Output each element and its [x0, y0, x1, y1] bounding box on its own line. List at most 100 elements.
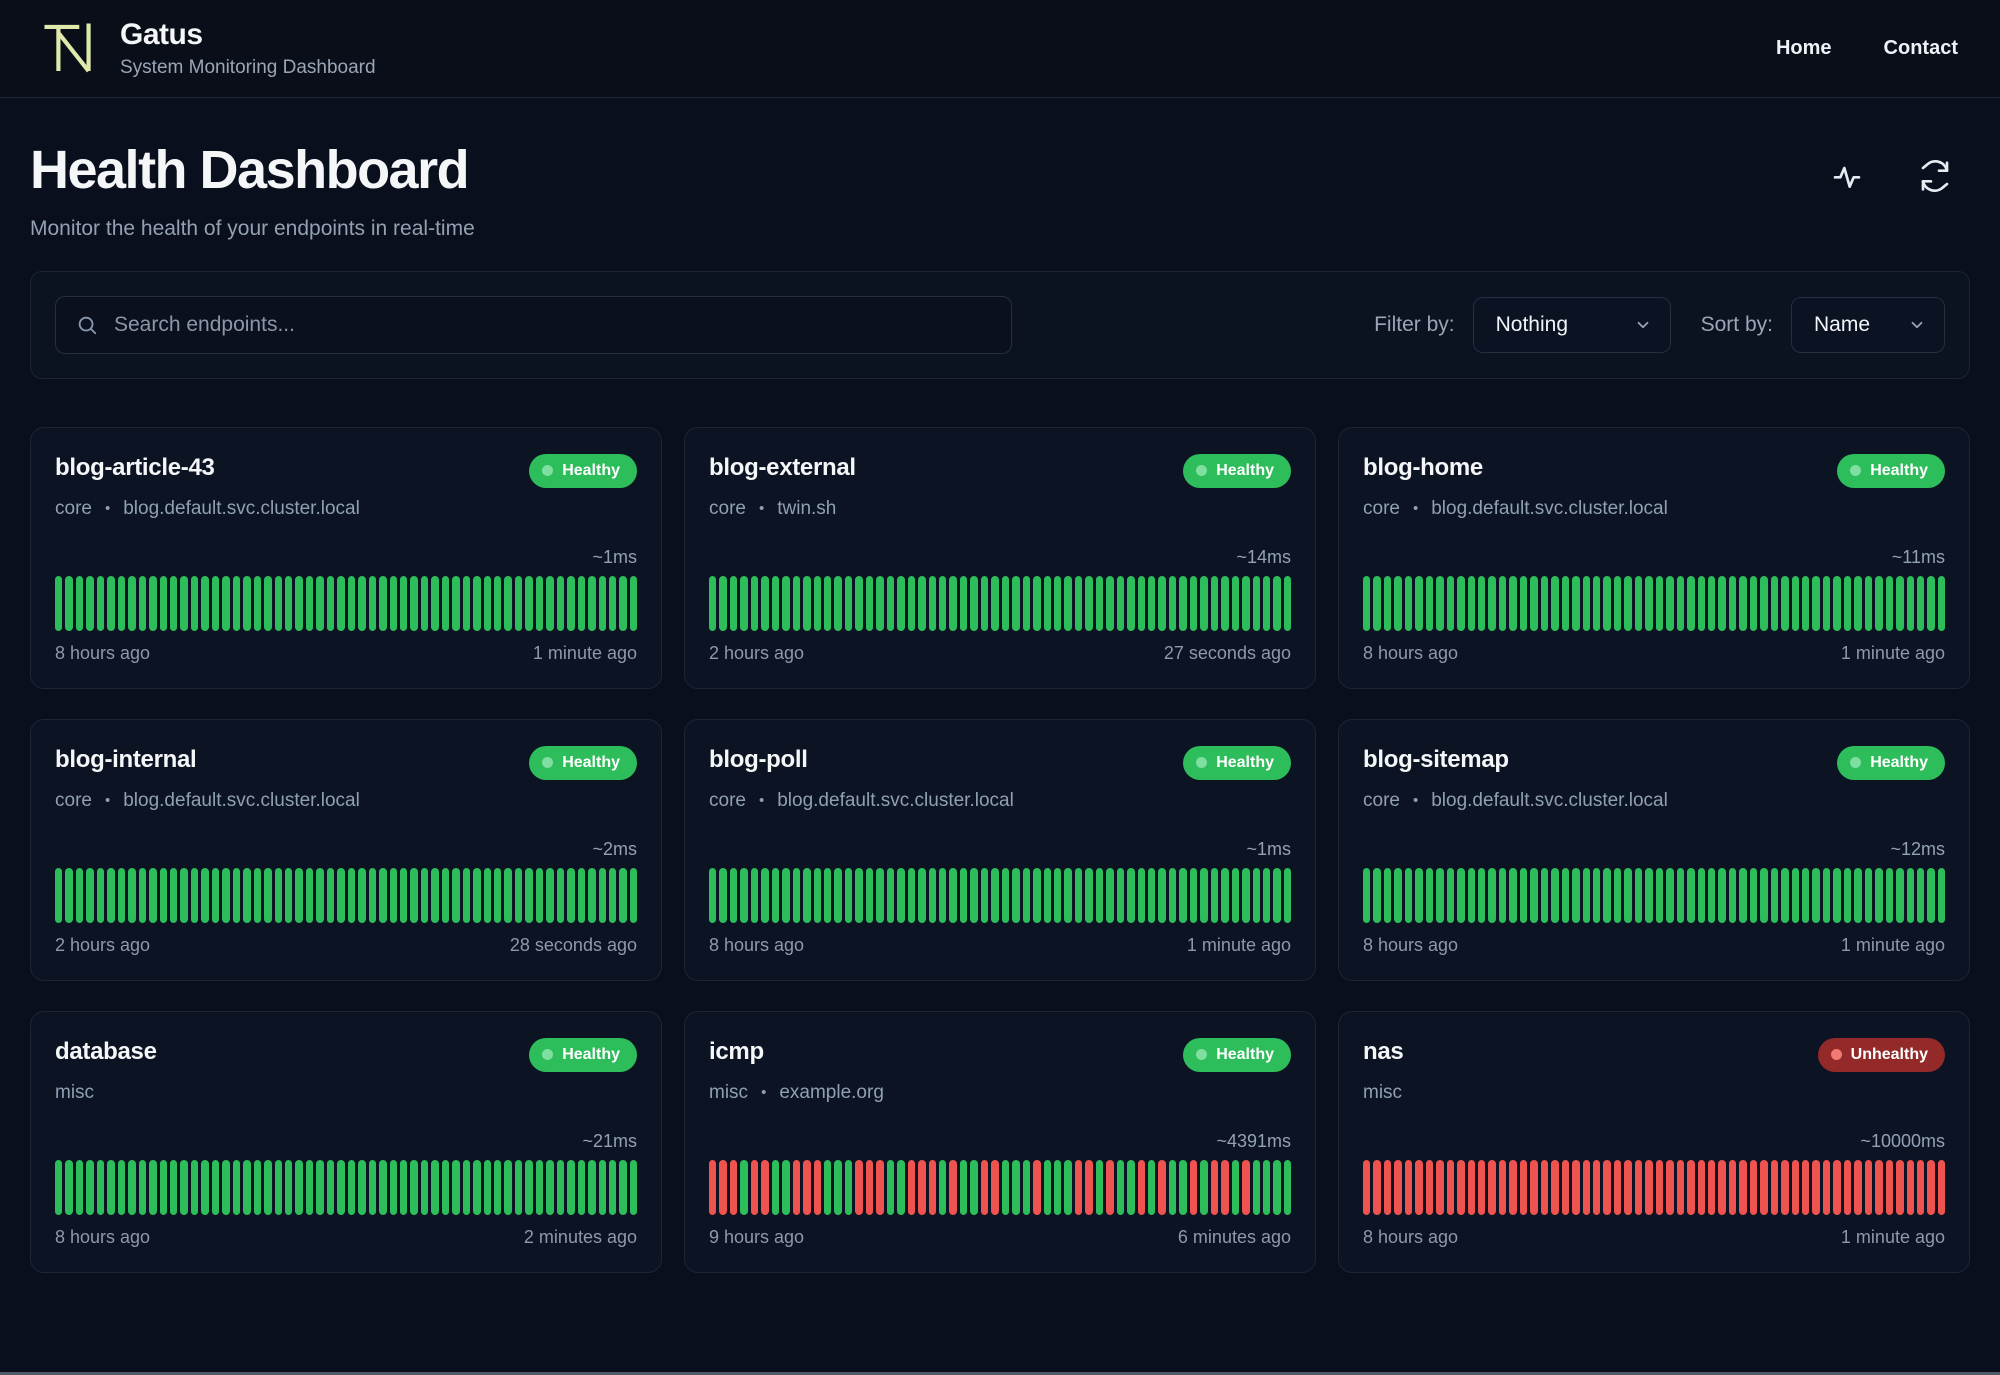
uptime-bar-success[interactable] — [389, 867, 397, 923]
uptime-bar-success[interactable] — [1064, 575, 1072, 631]
uptime-bar-success[interactable] — [949, 867, 957, 923]
uptime-bar-success[interactable] — [1085, 575, 1093, 631]
uptime-bar-success[interactable] — [1770, 575, 1779, 631]
uptime-bar-success[interactable] — [420, 1159, 429, 1215]
uptime-bar-success[interactable] — [1095, 1159, 1104, 1215]
uptime-bar-success[interactable] — [1116, 867, 1125, 923]
uptime-bar-success[interactable] — [1833, 575, 1841, 631]
uptime-bar-success[interactable] — [719, 867, 727, 923]
uptime-bar-success[interactable] — [1127, 867, 1135, 923]
uptime-bar-success[interactable] — [1822, 867, 1831, 923]
uptime-bar-success[interactable] — [823, 575, 832, 631]
uptime-bar-success[interactable] — [886, 575, 895, 631]
uptime-bar-failure[interactable] — [729, 1159, 738, 1215]
uptime-bar-failure[interactable] — [1425, 1159, 1434, 1215]
uptime-bar-success[interactable] — [577, 575, 586, 631]
uptime-bar-success[interactable] — [1446, 575, 1455, 631]
uptime-bar-success[interactable] — [1488, 575, 1496, 631]
uptime-bar-success[interactable] — [1116, 575, 1125, 631]
endpoint-card[interactable]: blog-sitemap Healthy core • blog.default… — [1338, 718, 1970, 981]
uptime-bar-success[interactable] — [1896, 867, 1904, 923]
uptime-bar-success[interactable] — [1603, 867, 1611, 923]
uptime-bar-success[interactable] — [1739, 575, 1747, 631]
endpoint-card[interactable]: blog-internal Healthy core • blog.defaul… — [30, 718, 662, 981]
uptime-bar-success[interactable] — [1592, 575, 1601, 631]
uptime-bar-success[interactable] — [1033, 867, 1041, 923]
uptime-bar-success[interactable] — [1263, 867, 1271, 923]
uptime-bar-success[interactable] — [865, 575, 874, 631]
uptime-bar-success[interactable] — [980, 867, 989, 923]
uptime-bar-failure[interactable] — [1467, 1159, 1475, 1215]
uptime-bar-failure[interactable] — [1436, 1159, 1444, 1215]
uptime-bar-success[interactable] — [1200, 867, 1208, 923]
uptime-bar-success[interactable] — [326, 575, 335, 631]
uptime-bar-success[interactable] — [1927, 867, 1935, 923]
uptime-bar-success[interactable] — [1252, 867, 1261, 923]
uptime-bar-success[interactable] — [1415, 575, 1423, 631]
uptime-bar-failure[interactable] — [928, 1159, 936, 1215]
uptime-bar-success[interactable] — [86, 1159, 94, 1215]
uptime-bar-success[interactable] — [1425, 575, 1434, 631]
uptime-bar-failure[interactable] — [1749, 1159, 1758, 1215]
uptime-bar-success[interactable] — [65, 867, 73, 923]
uptime-bar-success[interactable] — [598, 1159, 607, 1215]
uptime-bar-success[interactable] — [1488, 867, 1496, 923]
uptime-bar-success[interactable] — [609, 867, 617, 923]
uptime-bar-success[interactable] — [274, 867, 282, 923]
uptime-bar-success[interactable] — [1592, 867, 1601, 923]
uptime-bar-success[interactable] — [740, 867, 748, 923]
uptime-bar-success[interactable] — [1404, 867, 1413, 923]
uptime-bar-success[interactable] — [813, 867, 821, 923]
uptime-bar-success[interactable] — [1148, 575, 1156, 631]
uptime-bar-success[interactable] — [264, 867, 272, 923]
uptime-bar-success[interactable] — [1168, 867, 1177, 923]
uptime-bar-success[interactable] — [243, 1159, 251, 1215]
uptime-bar-success[interactable] — [180, 1159, 188, 1215]
uptime-bar-success[interactable] — [358, 867, 366, 923]
uptime-bar-success[interactable] — [462, 575, 471, 631]
uptime-bar-success[interactable] — [494, 1159, 502, 1215]
uptime-bar-success[interactable] — [1043, 1159, 1051, 1215]
uptime-bar-success[interactable] — [1074, 867, 1083, 923]
uptime-bar-success[interactable] — [959, 867, 968, 923]
uptime-bar-success[interactable] — [243, 867, 251, 923]
uptime-bar-success[interactable] — [379, 575, 387, 631]
uptime-bar-success[interactable] — [504, 1159, 512, 1215]
uptime-bar-success[interactable] — [75, 1159, 84, 1215]
uptime-bar-success[interactable] — [494, 867, 502, 923]
uptime-bar-success[interactable] — [897, 575, 905, 631]
uptime-bar-success[interactable] — [1718, 575, 1726, 631]
uptime-bar-success[interactable] — [771, 575, 780, 631]
uptime-bar-success[interactable] — [1634, 575, 1643, 631]
uptime-bar-success[interactable] — [452, 575, 460, 631]
uptime-bar-failure[interactable] — [1415, 1159, 1423, 1215]
uptime-bar-success[interactable] — [907, 575, 916, 631]
uptime-bar-success[interactable] — [1561, 867, 1570, 923]
uptime-bar-success[interactable] — [535, 575, 544, 631]
uptime-bar-success[interactable] — [1012, 867, 1020, 923]
uptime-bar-success[interactable] — [284, 867, 293, 923]
uptime-bar-success[interactable] — [264, 1159, 272, 1215]
uptime-bar-success[interactable] — [243, 575, 251, 631]
uptime-bar-success[interactable] — [556, 867, 565, 923]
uptime-bar-success[interactable] — [1158, 575, 1166, 631]
uptime-bar-success[interactable] — [1043, 575, 1051, 631]
uptime-bar-success[interactable] — [1373, 867, 1381, 923]
uptime-bar-failure[interactable] — [1509, 1159, 1517, 1215]
uptime-bar-success[interactable] — [750, 867, 759, 923]
uptime-bar-success[interactable] — [1749, 867, 1758, 923]
uptime-bar-success[interactable] — [420, 867, 429, 923]
uptime-bar-success[interactable] — [1655, 575, 1664, 631]
uptime-bar-success[interactable] — [855, 575, 863, 631]
uptime-bar-failure[interactable] — [709, 1159, 717, 1215]
uptime-bar-success[interactable] — [949, 575, 957, 631]
uptime-bar-success[interactable] — [546, 575, 554, 631]
uptime-bar-success[interactable] — [1572, 575, 1580, 631]
uptime-bar-success[interactable] — [1791, 575, 1800, 631]
uptime-bar-failure[interactable] — [1697, 1159, 1705, 1215]
uptime-bar-failure[interactable] — [1477, 1159, 1486, 1215]
uptime-bar-success[interactable] — [1519, 575, 1528, 631]
uptime-bar-success[interactable] — [1896, 575, 1904, 631]
uptime-bar-success[interactable] — [431, 867, 439, 923]
uptime-bar-success[interactable] — [253, 575, 262, 631]
